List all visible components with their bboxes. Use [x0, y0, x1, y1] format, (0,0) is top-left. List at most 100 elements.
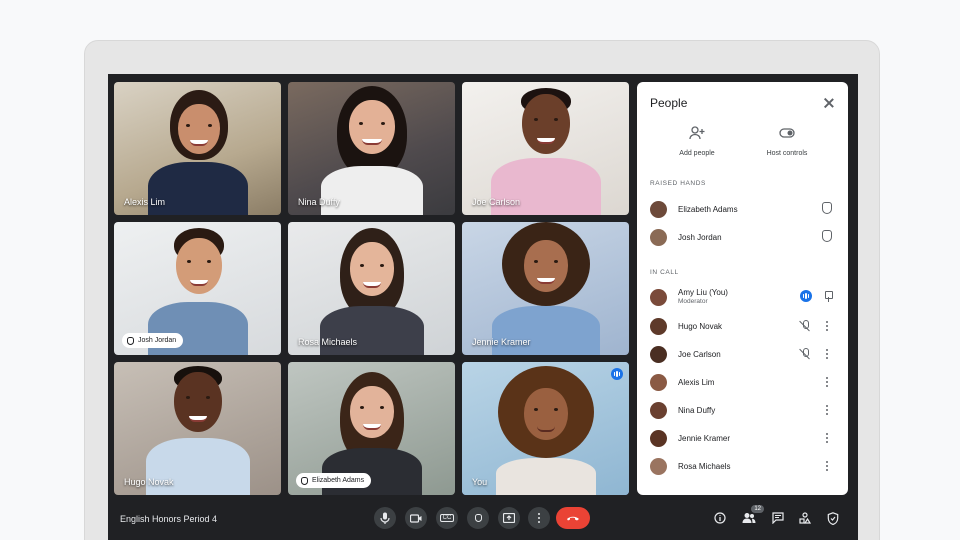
video-tile[interactable]: Joe Carlson [462, 82, 629, 215]
avatar [650, 317, 667, 335]
participant-video [486, 366, 606, 495]
add-person-icon [657, 126, 737, 140]
toggle-icon [747, 126, 827, 140]
video-tile[interactable]: Elizabeth Adams [288, 362, 455, 495]
hand-icon [301, 476, 308, 485]
captions-button[interactable]: CC [436, 507, 458, 529]
panel-title: People [650, 96, 688, 110]
person-role: Moderator [678, 298, 708, 305]
camera-button[interactable] [405, 507, 427, 529]
more-options-icon[interactable] [822, 319, 832, 333]
mic-off-icon [800, 320, 810, 332]
in-call-row[interactable]: Alexis Lim [650, 371, 836, 393]
raise-hand-button[interactable] [467, 507, 489, 529]
raised-hand-chip: Josh Jordan [122, 333, 184, 348]
participant-name: Josh Jordan [138, 337, 177, 344]
video-tile[interactable]: Hugo Novak [114, 362, 281, 495]
host-controls-toolbar-button[interactable] [825, 510, 841, 526]
person-name: Rosa Michaels [678, 461, 731, 471]
speaking-indicator-icon [611, 368, 623, 380]
avatar [650, 401, 667, 419]
shield-icon [827, 511, 839, 525]
more-options-icon[interactable] [822, 403, 832, 417]
video-tile[interactable]: Nina Duffy [288, 82, 455, 215]
video-tile[interactable]: Jennie Kramer [462, 222, 629, 355]
in-call-heading: IN CALL [650, 269, 679, 276]
self-video-tile[interactable]: You [462, 362, 629, 495]
end-call-button[interactable] [556, 507, 590, 529]
more-options-icon[interactable] [822, 459, 832, 473]
person-name: Hugo Novak [678, 321, 723, 331]
speaking-indicator-icon [800, 290, 812, 302]
person-name: Nina Duffy [678, 405, 716, 415]
video-tile[interactable]: Josh Jordan [114, 222, 281, 355]
meet-window: Alexis Lim Nina Duffy Joe Carlson Josh J… [108, 74, 858, 540]
mic-off-icon [800, 348, 810, 360]
person-name: Jennie Kramer [678, 433, 731, 443]
participant-name: Elizabeth Adams [312, 477, 365, 484]
hand-icon [474, 514, 482, 522]
more-options-icon[interactable] [822, 375, 832, 389]
participant-video [317, 86, 427, 215]
participant-name: Jennie Kramer [472, 337, 531, 347]
participant-count-badge: 12 [751, 505, 764, 513]
captions-icon: CC [439, 514, 455, 522]
person-name: Elizabeth Adams [678, 204, 738, 214]
participant-name: Joe Carlson [472, 197, 521, 207]
pin-icon[interactable] [824, 290, 833, 302]
video-tile[interactable]: Rosa Michaels [288, 222, 455, 355]
person-name: Joe Carlson [678, 349, 721, 359]
participant-video [319, 228, 424, 355]
more-options-button[interactable] [528, 507, 550, 529]
hand-icon[interactable] [822, 202, 832, 214]
host-controls-button[interactable]: Host controls [747, 126, 827, 157]
avatar [650, 373, 667, 391]
avatar [650, 200, 667, 218]
more-options-icon [534, 511, 544, 525]
in-call-row[interactable]: Hugo Novak [650, 315, 836, 337]
end-call-icon [567, 516, 579, 521]
avatar [650, 429, 667, 447]
people-button[interactable]: 12 [741, 505, 764, 526]
participant-video [486, 222, 606, 355]
camera-icon [410, 513, 422, 523]
chat-button[interactable] [770, 510, 786, 526]
person-name: Amy Liu (You) [678, 288, 728, 297]
participant-video [145, 366, 250, 495]
in-call-row[interactable]: Jennie Kramer [650, 427, 836, 449]
participant-name: Rosa Michaels [298, 337, 358, 347]
microphone-button[interactable] [374, 507, 396, 529]
close-icon[interactable] [824, 98, 834, 108]
people-panel: People Add people Host controls RAISED H… [637, 82, 848, 495]
hand-icon[interactable] [822, 230, 832, 242]
more-options-icon[interactable] [822, 347, 832, 361]
avatar [650, 457, 667, 475]
in-call-row[interactable]: Rosa Michaels [650, 455, 836, 477]
activities-button[interactable] [797, 510, 813, 526]
present-button[interactable] [498, 507, 520, 529]
in-call-row[interactable]: Joe Carlson [650, 343, 836, 365]
add-people-button[interactable]: Add people [657, 126, 737, 157]
participant-name: Hugo Novak [124, 477, 174, 487]
in-call-row[interactable]: Amy Liu (You) Moderator [650, 286, 836, 308]
person-name: Josh Jordan [678, 232, 722, 242]
meeting-title: English Honors Period 4 [120, 514, 218, 524]
video-tile[interactable]: Alexis Lim [114, 82, 281, 215]
avatar [650, 345, 667, 363]
add-people-label: Add people [679, 150, 715, 157]
participant-name: Alexis Lim [124, 197, 166, 207]
raised-hand-row[interactable]: Josh Jordan [650, 226, 836, 248]
meeting-info-button[interactable] [712, 510, 728, 526]
bottom-toolbar: English Honors Period 4 CC 12 [108, 502, 858, 536]
more-options-icon[interactable] [822, 431, 832, 445]
hand-icon [127, 336, 134, 345]
people-icon [742, 513, 756, 523]
in-call-row[interactable]: Nina Duffy [650, 399, 836, 421]
microphone-icon [380, 512, 390, 524]
raised-hand-row[interactable]: Elizabeth Adams [650, 198, 836, 220]
host-controls-label: Host controls [766, 150, 808, 157]
video-grid: Alexis Lim Nina Duffy Joe Carlson Josh J… [114, 82, 630, 496]
participant-name: Nina Duffy [298, 197, 340, 207]
info-icon [714, 512, 726, 524]
raised-hands-heading: RAISED HANDS [650, 180, 706, 187]
